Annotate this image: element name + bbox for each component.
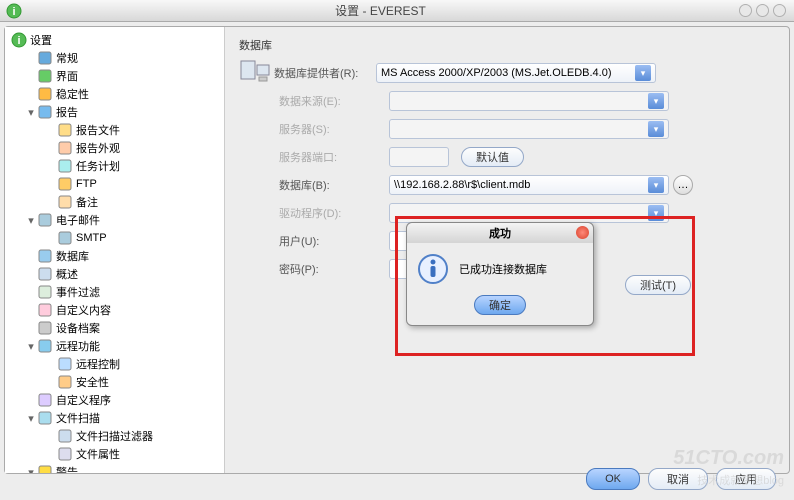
tree-item[interactable]: ▾警告 [5,463,224,473]
port-label: 服务器端口: [279,149,389,165]
user-label: 用户(U): [279,233,389,249]
watermark: 51CTO.com [673,447,784,470]
default-button[interactable]: 默认值 [461,147,524,167]
tree-item[interactable]: ▾报告 [5,103,224,121]
tree-item[interactable]: 稳定性 [5,85,224,103]
driver-label: 驱动程序(D): [279,205,389,221]
server-icon [239,59,271,87]
tree-item[interactable]: 事件过滤 [5,283,224,301]
dialog-title: 成功 [407,223,593,243]
tree-item[interactable]: 自定义内容 [5,301,224,319]
settings-tree[interactable]: i 设置 常规界面稳定性▾报告报告文件报告外观任务计划FTP备注▾电子邮件SMT… [5,27,225,473]
tree-item[interactable]: 文件扫描过滤器 [5,427,224,445]
tree-item[interactable]: ▾远程功能 [5,337,224,355]
dropdown-icon: ▾ [635,65,651,81]
tree-item[interactable]: 报告文件 [5,121,224,139]
tree-item[interactable]: 文件属性 [5,445,224,463]
app-icon: i [6,3,22,19]
watermark-sub: 技术成就梦想blog [697,472,784,488]
info-icon [417,253,449,285]
ok-button[interactable]: OK [586,468,640,490]
tree-item[interactable]: 任务计划 [5,157,224,175]
provider-select[interactable]: MS Access 2000/XP/2003 (MS.Jet.OLEDB.4.0… [376,63,656,83]
tree-item[interactable]: 报告外观 [5,139,224,157]
provider-label: 数据库提供者(R): [274,65,376,81]
tree-item[interactable]: 概述 [5,265,224,283]
tree-item[interactable]: ▾文件扫描 [5,409,224,427]
tree-item[interactable]: 远程控制 [5,355,224,373]
tree-item[interactable]: 常规 [5,49,224,67]
dialog-message: 已成功连接数据库 [459,261,547,277]
tree-item[interactable]: 设备档案 [5,319,224,337]
tree-item[interactable]: ▾电子邮件 [5,211,224,229]
source-select: ▾ [389,91,669,111]
success-dialog: 成功 已成功连接数据库 确定 [406,222,594,326]
database-select[interactable]: \\192.168.2.88\r$\client.mdb▾ [389,175,669,195]
source-label: 数据来源(E): [279,93,389,109]
svg-text:i: i [17,35,20,47]
port-input [389,147,449,167]
dialog-close-button[interactable] [576,226,589,239]
tree-item[interactable]: 数据库 [5,247,224,265]
window-title: 设置 - EVEREST [22,2,739,19]
tree-item[interactable]: FTP [5,175,224,193]
maximize-button[interactable] [756,4,769,17]
tree-item[interactable]: 自定义程序 [5,391,224,409]
password-label: 密码(P): [279,261,389,277]
tree-item[interactable]: 安全性 [5,373,224,391]
browse-button[interactable]: … [673,175,693,195]
tree-item[interactable]: SMTP [5,229,224,247]
tree-item[interactable]: 备注 [5,193,224,211]
tree-root[interactable]: i 设置 [5,31,224,49]
close-button[interactable] [773,4,786,17]
server-label: 服务器(S): [279,121,389,137]
database-label: 数据库(B): [279,177,389,193]
server-select: ▾ [389,119,669,139]
svg-text:i: i [12,6,15,18]
group-title: 数据库 [239,37,775,53]
tree-item[interactable]: 界面 [5,67,224,85]
minimize-button[interactable] [739,4,752,17]
dialog-ok-button[interactable]: 确定 [474,295,526,315]
